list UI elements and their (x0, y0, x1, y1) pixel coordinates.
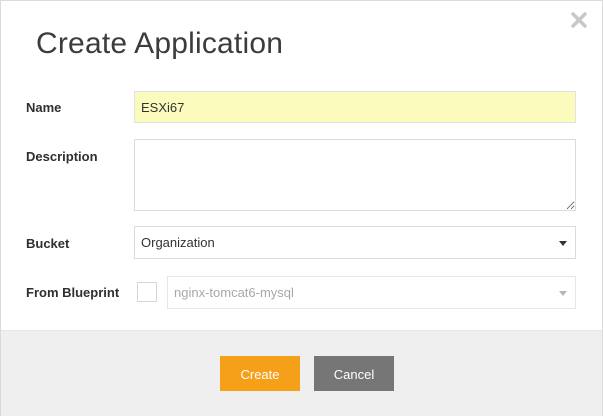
close-icon[interactable] (570, 11, 588, 29)
blueprint-select[interactable]: nginx-tomcat6-mysql (167, 276, 576, 309)
bucket-label: Bucket (26, 236, 70, 251)
cancel-button[interactable]: Cancel (314, 356, 394, 391)
bucket-selected-value: Organization (141, 235, 215, 250)
blueprint-selected-value: nginx-tomcat6-mysql (174, 285, 294, 300)
name-label: Name (26, 100, 62, 115)
chevron-down-icon (559, 291, 567, 296)
bucket-select[interactable]: Organization (134, 226, 576, 259)
description-label: Description (26, 149, 98, 164)
create-button[interactable]: Create (220, 356, 300, 391)
dialog-footer: Create Cancel (1, 330, 602, 416)
description-textarea[interactable] (134, 139, 576, 211)
name-input[interactable] (134, 91, 576, 123)
from-blueprint-checkbox[interactable] (137, 282, 157, 302)
chevron-down-icon (559, 241, 567, 246)
dialog-title: Create Application (36, 27, 284, 60)
from-blueprint-label: From Blueprint (26, 285, 120, 300)
create-application-dialog: Create Application Name Description Buck… (0, 0, 603, 416)
